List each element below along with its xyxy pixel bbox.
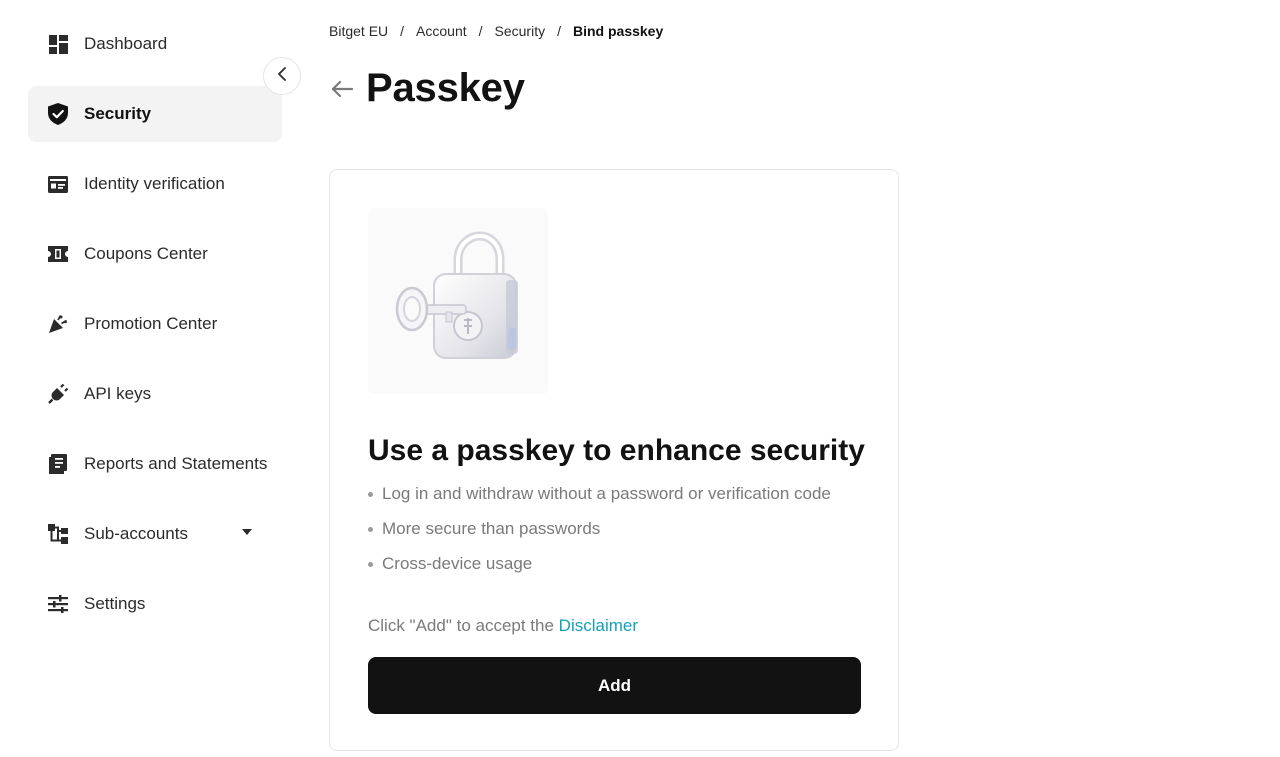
sidebar-item-reports-and-statements[interactable]: Reports and Statements: [28, 436, 282, 492]
chevron-left-icon: [277, 66, 287, 87]
feature-item: Cross-device usage: [368, 552, 831, 587]
page-header: Passkey: [329, 66, 525, 111]
feature-item: More secure than passwords: [368, 517, 831, 552]
sidebar-item-label: Dashboard: [84, 34, 168, 53]
disclaimer-notice: Click "Add" to accept the Disclaimer: [368, 616, 638, 636]
sidebar-item-coupons-center[interactable]: Coupons Center: [28, 226, 282, 282]
breadcrumb-separator: /: [478, 23, 483, 39]
back-arrow-icon[interactable]: [329, 76, 355, 102]
sidebar-item-settings[interactable]: Settings: [28, 576, 282, 632]
document-icon: [48, 454, 68, 474]
breadcrumb-item-security[interactable]: Security: [495, 23, 546, 39]
sidebar-item-label: Sub-accounts: [84, 524, 188, 543]
breadcrumb-item-account[interactable]: Account: [416, 23, 467, 39]
disclaimer-link[interactable]: Disclaimer: [559, 616, 638, 635]
sidebar-item-label: API keys: [84, 384, 152, 403]
breadcrumb: Bitget EU / Account / Security / Bind pa…: [329, 23, 663, 39]
sidebar-item-sub-accounts[interactable]: Sub-accounts: [28, 506, 282, 562]
chevron-down-icon[interactable]: [242, 529, 252, 535]
sidebar-item-label: Promotion Center: [84, 314, 218, 333]
ticket-icon: [48, 244, 68, 264]
sidebar-item-label: Reports and Statements: [84, 454, 268, 473]
passkey-card: Use a passkey to enhance security Log in…: [329, 169, 899, 751]
padlock-key-illustration: [368, 208, 548, 394]
page-title: Passkey: [366, 66, 525, 110]
sidebar-item-dashboard[interactable]: Dashboard: [28, 16, 282, 72]
feature-list: Log in and withdraw without a password o…: [368, 482, 831, 587]
sliders-icon: [48, 594, 68, 614]
party-popper-icon: [48, 314, 68, 334]
disclaimer-prefix: Click "Add" to accept the: [368, 616, 554, 635]
sidebar: Dashboard Security Identity verification…: [28, 16, 282, 646]
dashboard-icon: [48, 34, 68, 54]
breadcrumb-separator: /: [400, 23, 405, 39]
sidebar-item-api-keys[interactable]: API keys: [28, 366, 282, 422]
add-passkey-button[interactable]: Add: [368, 657, 861, 714]
sidebar-item-label: Security: [84, 104, 152, 123]
sidebar-item-promotion-center[interactable]: Promotion Center: [28, 296, 282, 352]
hierarchy-icon: [48, 524, 68, 544]
sidebar-item-label: Identity verification: [84, 174, 225, 193]
feature-item: Log in and withdraw without a password o…: [368, 482, 831, 517]
sidebar-item-security[interactable]: Security: [28, 86, 282, 142]
plug-icon: [48, 384, 68, 404]
sidebar-item-identity-verification[interactable]: Identity verification: [28, 156, 282, 212]
collapse-sidebar-button[interactable]: [263, 57, 301, 95]
id-card-icon: [48, 174, 68, 194]
sidebar-item-label: Coupons Center: [84, 244, 208, 263]
breadcrumb-separator: /: [557, 23, 561, 39]
card-heading: Use a passkey to enhance security: [368, 434, 865, 467]
breadcrumb-item-home[interactable]: Bitget EU: [329, 23, 388, 39]
breadcrumb-current: Bind passkey: [572, 23, 664, 39]
shield-icon: [48, 103, 68, 125]
sidebar-item-label: Settings: [84, 594, 146, 613]
